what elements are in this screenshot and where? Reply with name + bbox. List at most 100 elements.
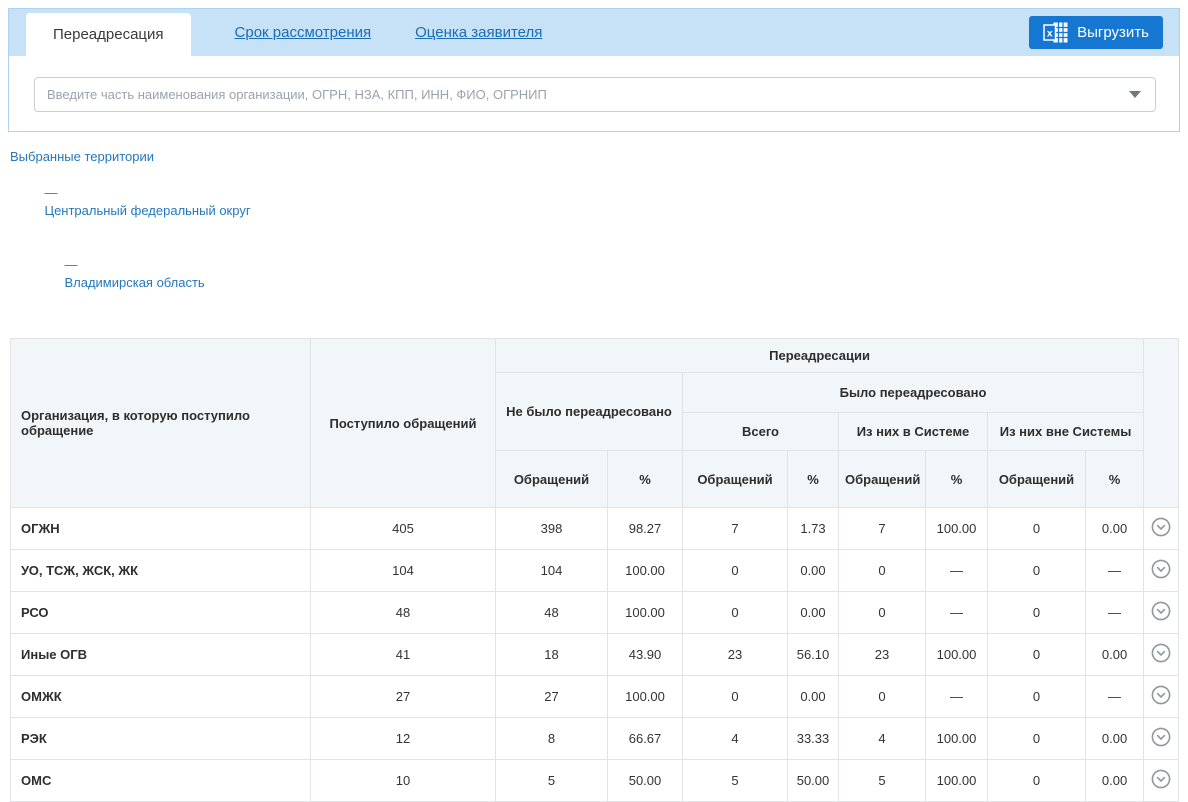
svg-text:x: x bbox=[1047, 28, 1053, 40]
received-count-cell: 104 bbox=[311, 550, 496, 592]
value-cell: 0 bbox=[839, 676, 926, 718]
value-cell: 0.00 bbox=[788, 550, 839, 592]
header-total: Всего bbox=[683, 413, 839, 451]
header-appeals: Обращений bbox=[683, 451, 788, 508]
org-name-cell: РСО bbox=[11, 592, 311, 634]
expand-row-cell bbox=[1144, 508, 1179, 550]
value-cell: 100.00 bbox=[926, 634, 988, 676]
value-cell: 27 bbox=[496, 676, 608, 718]
org-name-cell: РЭК bbox=[11, 718, 311, 760]
received-count-cell: 27 bbox=[311, 676, 496, 718]
chevron-down-icon[interactable] bbox=[1150, 642, 1172, 664]
received-count-cell: 405 bbox=[311, 508, 496, 550]
expand-row-cell bbox=[1144, 550, 1179, 592]
value-cell: 100.00 bbox=[926, 760, 988, 802]
table-row: РЭК12866.67433.334100.0000.00 bbox=[11, 718, 1179, 760]
value-cell: 0 bbox=[683, 676, 788, 718]
value-cell: 5 bbox=[683, 760, 788, 802]
table-row: ОМС10550.00550.005100.0000.00 bbox=[11, 760, 1179, 802]
value-cell: 100.00 bbox=[608, 550, 683, 592]
value-cell: 33.33 bbox=[788, 718, 839, 760]
search-area bbox=[9, 56, 1179, 131]
chevron-down-icon[interactable] bbox=[1150, 516, 1172, 538]
value-cell: — bbox=[1086, 592, 1144, 634]
selected-territories-title[interactable]: Выбранные территории bbox=[10, 149, 154, 164]
header-percent: % bbox=[926, 451, 988, 508]
territory-dash: — bbox=[44, 185, 57, 200]
header-not-redirected: Не было переадресовано bbox=[496, 373, 683, 451]
org-name-cell: ОМС bbox=[11, 760, 311, 802]
table-row: ОГЖН40539898.2771.737100.0000.00 bbox=[11, 508, 1179, 550]
value-cell: 0 bbox=[683, 550, 788, 592]
value-cell: 1.73 bbox=[788, 508, 839, 550]
org-name-cell: УО, ТСЖ, ЖСК, ЖК bbox=[11, 550, 311, 592]
value-cell: 23 bbox=[683, 634, 788, 676]
value-cell: 0.00 bbox=[1086, 718, 1144, 760]
value-cell: 0 bbox=[988, 592, 1086, 634]
value-cell: 0 bbox=[988, 760, 1086, 802]
header-percent: % bbox=[608, 451, 683, 508]
value-cell: — bbox=[926, 550, 988, 592]
value-cell: 5 bbox=[839, 760, 926, 802]
export-button[interactable]: x Выгрузить bbox=[1029, 16, 1163, 49]
value-cell: 100.00 bbox=[926, 718, 988, 760]
value-cell: — bbox=[1086, 676, 1144, 718]
territory-link-region[interactable]: Владимирская область bbox=[64, 275, 204, 290]
value-cell: 18 bbox=[496, 634, 608, 676]
value-cell: 50.00 bbox=[608, 760, 683, 802]
value-cell: 0.00 bbox=[1086, 508, 1144, 550]
value-cell: 43.90 bbox=[608, 634, 683, 676]
organization-search-input[interactable] bbox=[34, 77, 1156, 112]
value-cell: 0 bbox=[839, 550, 926, 592]
value-cell: 0 bbox=[988, 676, 1086, 718]
value-cell: 0 bbox=[988, 508, 1086, 550]
value-cell: 8 bbox=[496, 718, 608, 760]
chevron-down-icon[interactable] bbox=[1150, 558, 1172, 580]
chevron-down-icon[interactable] bbox=[1150, 684, 1172, 706]
value-cell: 0.00 bbox=[788, 676, 839, 718]
value-cell: — bbox=[926, 592, 988, 634]
selected-territories: Выбранные территории — Центральный федер… bbox=[10, 148, 1188, 310]
dropdown-caret-icon[interactable] bbox=[1129, 91, 1141, 98]
header-actions-spacer bbox=[1144, 339, 1179, 508]
value-cell: 100.00 bbox=[608, 676, 683, 718]
table-row: РСО4848100.0000.000—0— bbox=[11, 592, 1179, 634]
header-redirections: Переадресации bbox=[496, 339, 1144, 373]
value-cell: 0 bbox=[988, 550, 1086, 592]
chevron-down-icon[interactable] bbox=[1150, 726, 1172, 748]
value-cell: 0.00 bbox=[1086, 760, 1144, 802]
chevron-down-icon[interactable] bbox=[1150, 768, 1172, 790]
value-cell: 100.00 bbox=[608, 592, 683, 634]
territory-link-federal-district[interactable]: Центральный федеральный округ bbox=[44, 203, 250, 218]
value-cell: 56.10 bbox=[788, 634, 839, 676]
tab-bar: Переадресация Срок рассмотрения Оценка з… bbox=[9, 9, 1179, 56]
table-body: ОГЖН40539898.2771.737100.0000.00УО, ТСЖ,… bbox=[11, 508, 1179, 802]
value-cell: 398 bbox=[496, 508, 608, 550]
org-name-cell: ОМЖК bbox=[11, 676, 311, 718]
tab-review-period[interactable]: Срок рассмотрения bbox=[235, 24, 372, 41]
value-cell: 23 bbox=[839, 634, 926, 676]
value-cell: — bbox=[1086, 550, 1144, 592]
value-cell: 0 bbox=[683, 592, 788, 634]
value-cell: 0 bbox=[988, 634, 1086, 676]
report-panel: Переадресация Срок рассмотрения Оценка з… bbox=[8, 8, 1180, 132]
received-count-cell: 41 bbox=[311, 634, 496, 676]
expand-row-cell bbox=[1144, 634, 1179, 676]
org-name-cell: ОГЖН bbox=[11, 508, 311, 550]
value-cell: 5 bbox=[496, 760, 608, 802]
table-row: Иные ОГВ411843.902356.1023100.0000.00 bbox=[11, 634, 1179, 676]
header-out-system: Из них вне Системы bbox=[988, 413, 1144, 451]
header-in-system: Из них в Системе bbox=[839, 413, 988, 451]
value-cell: — bbox=[926, 676, 988, 718]
tab-redirection[interactable]: Переадресация bbox=[26, 13, 191, 56]
value-cell: 66.67 bbox=[608, 718, 683, 760]
received-count-cell: 48 bbox=[311, 592, 496, 634]
tab-applicant-rating[interactable]: Оценка заявителя bbox=[415, 24, 542, 41]
value-cell: 0.00 bbox=[1086, 634, 1144, 676]
header-organization: Организация, в которую поступило обращен… bbox=[11, 339, 311, 508]
table-row: УО, ТСЖ, ЖСК, ЖК104104100.0000.000—0— bbox=[11, 550, 1179, 592]
chevron-down-icon[interactable] bbox=[1150, 600, 1172, 622]
header-percent: % bbox=[1086, 451, 1144, 508]
table-header: Организация, в которую поступило обращен… bbox=[11, 339, 1179, 508]
header-received: Поступило обращений bbox=[311, 339, 496, 508]
